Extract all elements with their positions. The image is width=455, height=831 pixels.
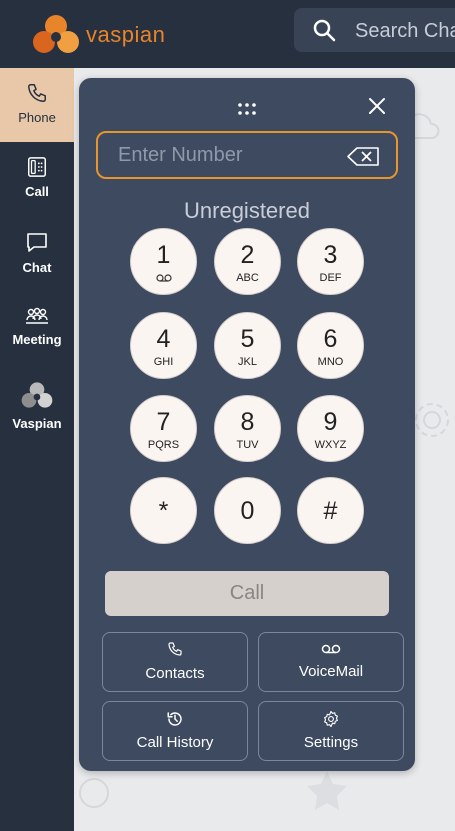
key-star[interactable]: * (130, 477, 197, 544)
key-digit: 2 (240, 241, 255, 269)
key-digit: 8 (240, 408, 255, 436)
key-8[interactable]: 8 TUV (214, 395, 281, 462)
key-9[interactable]: 9 WXYZ (297, 395, 364, 462)
key-digit: 7 (156, 408, 171, 436)
number-field[interactable] (96, 131, 398, 179)
brand-name: vaspian (86, 22, 166, 47)
sidebar-item-label: Call (25, 184, 49, 199)
contacts-button[interactable]: Contacts (102, 632, 248, 692)
sidebar-item-label: Chat (22, 260, 52, 275)
voicemail-button[interactable]: VoiceMail (258, 632, 404, 692)
chat-bubble-icon (27, 233, 47, 252)
key-letters: DEF (319, 272, 342, 284)
call-history-button[interactable]: Call History (102, 701, 248, 761)
sidebar-item-phone[interactable]: Phone (0, 68, 74, 142)
search-bar[interactable]: Search Chat (294, 8, 455, 52)
gear-icon (324, 710, 338, 728)
key-letters: WXYZ (314, 439, 347, 451)
key-letters: GHI (153, 356, 174, 368)
voicemail-icon (321, 644, 341, 654)
sidebar-item-label: Vaspian (12, 416, 62, 431)
number-input[interactable] (118, 143, 338, 167)
backspace-icon[interactable] (347, 147, 380, 166)
circle-icon (79, 778, 109, 808)
close-icon[interactable] (368, 97, 386, 115)
settings-label: Settings (303, 734, 359, 751)
drag-handle-icon[interactable] (236, 102, 258, 116)
registration-status: Unregistered (184, 198, 310, 223)
contacts-label: Contacts (145, 665, 205, 682)
key-digit: * (158, 497, 169, 525)
desk-phone-icon (28, 157, 46, 177)
key-digit: 4 (156, 325, 171, 353)
key-letters: MNO (317, 356, 344, 368)
sidebar-item-call[interactable]: Call (0, 156, 74, 216)
phone-icon (168, 642, 182, 656)
settings-button[interactable]: Settings (258, 701, 404, 761)
key-0[interactable]: 0 (214, 477, 281, 544)
key-letters: ABC (236, 272, 259, 284)
sidebar-item-chat[interactable]: Chat (0, 230, 74, 290)
key-digit: 0 (240, 497, 255, 525)
voicemail-icon (155, 274, 172, 282)
search-icon (313, 19, 336, 42)
key-digit: 1 (156, 241, 171, 269)
key-3[interactable]: 3 DEF (297, 228, 364, 295)
key-6[interactable]: 6 MNO (297, 312, 364, 379)
key-letters: PQRS (147, 439, 180, 451)
key-digit: # (323, 497, 338, 525)
key-2[interactable]: 2 ABC (214, 228, 281, 295)
key-digit: 6 (323, 325, 338, 353)
dialer-panel: Unregistered 1 2 ABC 3 DEF 4 GHI 5 JKL 6… (79, 78, 415, 771)
key-letters: JKL (238, 356, 257, 368)
key-5[interactable]: 5 JKL (214, 312, 281, 379)
key-7[interactable]: 7 PQRS (130, 395, 197, 462)
key-letters: TUV (236, 439, 259, 451)
key-hash[interactable]: # (297, 477, 364, 544)
meeting-group-icon (26, 307, 48, 324)
vaspian-logo-icon (33, 15, 79, 53)
key-1[interactable]: 1 (130, 228, 197, 295)
star-icon (307, 771, 347, 810)
key-digit: 9 (323, 408, 338, 436)
voicemail-label: VoiceMail (298, 663, 364, 680)
sidebar-item-label: Phone (18, 110, 56, 125)
sidebar-item-meeting[interactable]: Meeting (0, 306, 74, 366)
search-input[interactable]: Search Chat (355, 20, 455, 43)
sidebar: Phone Call Chat Meeting Vaspian (0, 68, 74, 831)
call-history-label: Call History (136, 734, 214, 751)
vaspian-logo-icon (21, 382, 53, 408)
key-digit: 5 (240, 325, 255, 353)
history-icon (167, 712, 182, 726)
sidebar-item-label: Meeting (12, 332, 62, 347)
call-button[interactable]: Call (105, 571, 389, 616)
key-digit: 3 (323, 241, 338, 269)
key-4[interactable]: 4 GHI (130, 312, 197, 379)
sidebar-item-vaspian[interactable]: Vaspian (0, 380, 74, 444)
gear-icon (415, 403, 449, 437)
top-bar: vaspian Search Chat (0, 0, 455, 68)
phone-icon (28, 84, 46, 102)
